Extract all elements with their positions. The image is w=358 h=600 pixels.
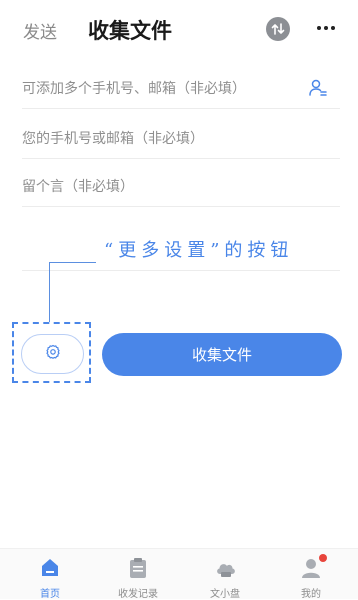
- swap-icon[interactable]: [266, 17, 290, 41]
- own-contact-field[interactable]: 您的手机号或邮箱（非必填）: [22, 118, 340, 159]
- notification-badge: [319, 554, 327, 562]
- nav-home[interactable]: 首页: [15, 555, 85, 600]
- nav-disk[interactable]: 文小盘: [190, 555, 260, 600]
- annotation-label: “更多设置”的按钮: [104, 240, 294, 261]
- message-field[interactable]: 留个言（非必填）: [22, 166, 340, 207]
- recipients-field[interactable]: 可添加多个手机号、邮箱（非必填）: [22, 68, 340, 109]
- page-title: 收集文件: [88, 20, 172, 43]
- annotation-leader-vertical: [49, 262, 50, 322]
- top-bar: 发送 收集文件: [0, 0, 358, 58]
- gear-icon: [45, 344, 61, 365]
- collect-files-button[interactable]: 收集文件: [102, 333, 342, 376]
- add-contact-icon[interactable]: [308, 78, 328, 98]
- annotation-leader-horizontal: [50, 262, 96, 263]
- message-placeholder: 留个言（非必填）: [22, 178, 134, 194]
- home-icon: [40, 557, 60, 579]
- more-settings-button[interactable]: [21, 334, 84, 374]
- records-icon: [128, 557, 148, 579]
- own-contact-placeholder: 您的手机号或邮箱（非必填）: [22, 130, 204, 146]
- cloud-disk-icon: [215, 557, 235, 579]
- bottom-nav: 首页 收发记录 文小盘 我的: [0, 548, 358, 600]
- nav-records[interactable]: 收发记录: [103, 555, 173, 600]
- tab-send[interactable]: 发送: [23, 18, 57, 43]
- more-icon[interactable]: [314, 16, 338, 40]
- recipients-placeholder: 可添加多个手机号、邮箱（非必填）: [22, 80, 246, 96]
- profile-icon: [301, 557, 321, 579]
- nav-mine[interactable]: 我的: [276, 554, 346, 600]
